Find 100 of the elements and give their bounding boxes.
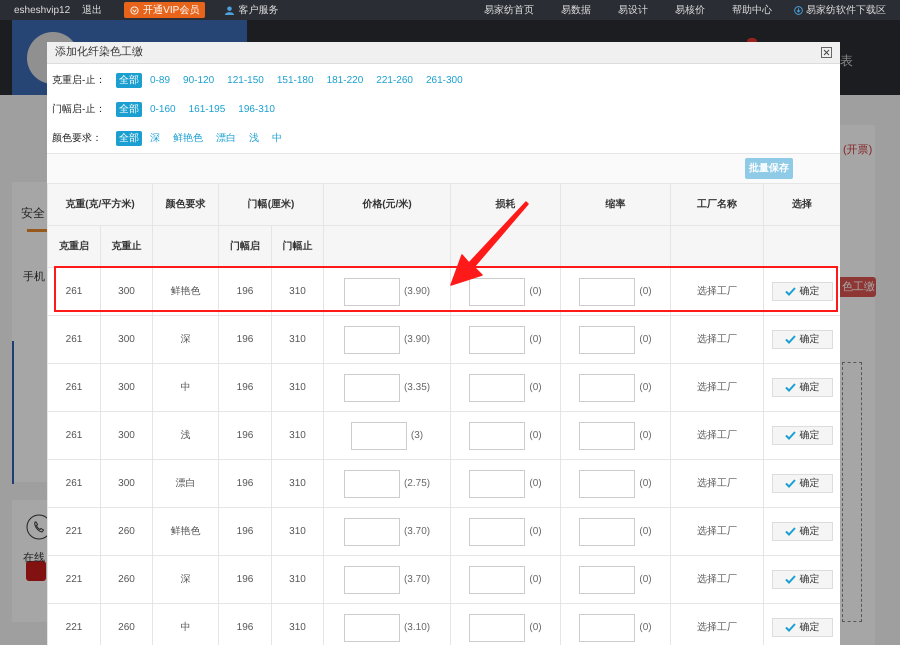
confirm-button[interactable]: 确定 xyxy=(772,618,833,637)
input-field[interactable] xyxy=(579,374,636,402)
input-field[interactable] xyxy=(469,470,526,498)
logout-link[interactable]: 退出 xyxy=(82,2,102,18)
download-link[interactable]: 易家纺软件下载区 xyxy=(794,2,886,18)
hint-text: (3.90) xyxy=(404,333,430,347)
header-cell: 选择 xyxy=(764,184,840,226)
input-field[interactable] xyxy=(579,326,636,354)
factory-link[interactable]: 选择工厂 xyxy=(697,334,738,345)
input-field[interactable] xyxy=(344,614,400,642)
input-field[interactable] xyxy=(469,422,526,450)
factory-link[interactable]: 选择工厂 xyxy=(697,574,738,585)
hint-text: (3.35) xyxy=(404,381,430,395)
factory-link[interactable]: 选择工厂 xyxy=(697,478,738,489)
input-field[interactable] xyxy=(469,278,526,306)
table-cell: 300 xyxy=(100,316,153,364)
factory-link[interactable]: 选择工厂 xyxy=(697,622,738,633)
factory-link[interactable]: 选择工厂 xyxy=(697,286,738,297)
nav-link[interactable]: 帮助中心 xyxy=(732,2,772,18)
tab-label: 安全 xyxy=(21,205,45,222)
confirm-button[interactable]: 确定 xyxy=(772,330,833,349)
tab-underline xyxy=(27,229,47,232)
header-cell: 门幅止 xyxy=(272,226,324,268)
hint-text: (3) xyxy=(410,429,424,443)
table-cell: 鲜艳色 xyxy=(152,508,219,556)
input-field[interactable] xyxy=(344,518,400,546)
hint-text: (0) xyxy=(639,381,652,395)
nav-link[interactable]: 易设计 xyxy=(618,2,648,18)
username: esheshvip12 xyxy=(14,4,70,18)
confirm-button[interactable]: 确定 xyxy=(772,282,833,301)
input-field[interactable] xyxy=(344,470,400,498)
input-field[interactable] xyxy=(469,614,526,642)
online-label: 在线 xyxy=(23,551,45,566)
table-cell: 260 xyxy=(100,556,153,604)
table-cell: 261 xyxy=(48,412,100,460)
confirm-button[interactable]: 确定 xyxy=(772,378,833,397)
hint-text: (0) xyxy=(529,381,542,395)
table-cell: 310 xyxy=(272,364,324,412)
table-cell: 300 xyxy=(100,460,153,508)
dialog-title: 添加化纤染色工缴 xyxy=(55,44,143,60)
table-cell: 300 xyxy=(100,412,153,460)
close-button[interactable] xyxy=(821,47,832,58)
table-cell: 261 xyxy=(48,460,100,508)
table-cell: 310 xyxy=(272,460,324,508)
input-field[interactable] xyxy=(579,566,636,594)
input-field[interactable] xyxy=(579,278,636,306)
check-icon xyxy=(784,287,796,296)
header-cell: 缩率 xyxy=(560,184,671,226)
header-cell: 颜色要求 xyxy=(152,184,219,226)
nav-link[interactable]: 易家纺首页 xyxy=(484,2,534,18)
factory-link[interactable]: 选择工厂 xyxy=(697,430,738,441)
qq-icon xyxy=(26,561,46,581)
table-cell: 310 xyxy=(272,508,324,556)
input-field[interactable] xyxy=(344,374,400,402)
factory-link[interactable]: 选择工厂 xyxy=(697,382,738,393)
input-field[interactable] xyxy=(579,518,636,546)
confirm-button[interactable]: 确定 xyxy=(772,522,833,541)
table-cell: 221 xyxy=(48,604,100,645)
input-field[interactable] xyxy=(344,278,400,306)
service-link[interactable]: 客户服务 xyxy=(225,2,278,18)
hint-text: (0) xyxy=(639,285,652,299)
check-icon xyxy=(784,383,796,392)
nav-link[interactable]: 易核价 xyxy=(675,2,705,18)
hint-text: (0) xyxy=(639,429,652,443)
hint-text: (0) xyxy=(529,621,542,635)
hint-text: (0) xyxy=(639,477,652,491)
hint-text: (0) xyxy=(529,429,542,443)
table-cell: 261 xyxy=(48,364,100,412)
check-icon xyxy=(784,527,796,536)
hint-text: (0) xyxy=(639,621,652,635)
input-field[interactable] xyxy=(344,326,400,354)
table-cell: 196 xyxy=(218,364,272,412)
input-field[interactable] xyxy=(579,470,636,498)
table-cell: 中 xyxy=(152,364,219,412)
hint-text: (0) xyxy=(639,525,652,539)
filter-label: 门幅启-止： xyxy=(52,102,106,117)
check-icon xyxy=(784,431,796,440)
confirm-button[interactable]: 确定 xyxy=(772,474,833,493)
input-field[interactable] xyxy=(469,518,526,546)
table-cell: 196 xyxy=(218,460,272,508)
phone-label: 手机 xyxy=(23,270,45,285)
table-cell: 310 xyxy=(272,412,324,460)
hint-text: (0) xyxy=(529,285,542,299)
confirm-button[interactable]: 确定 xyxy=(772,426,833,445)
input-field[interactable] xyxy=(344,566,400,594)
input-field[interactable] xyxy=(469,566,526,594)
hint-text: (3.70) xyxy=(404,573,430,587)
hint-text: (0) xyxy=(639,573,652,587)
confirm-button[interactable]: 确定 xyxy=(772,570,833,589)
input-field[interactable] xyxy=(579,422,636,450)
factory-link[interactable]: 选择工厂 xyxy=(697,526,738,537)
input-field[interactable] xyxy=(350,422,407,450)
hint-text: (0) xyxy=(529,525,542,539)
input-field[interactable] xyxy=(469,374,526,402)
input-field[interactable] xyxy=(469,326,526,354)
person-icon xyxy=(225,6,234,14)
table-cell: 196 xyxy=(218,556,272,604)
header-cell: 克重止 xyxy=(100,226,153,268)
nav-link[interactable]: 易数据 xyxy=(561,2,591,18)
input-field[interactable] xyxy=(579,614,636,642)
